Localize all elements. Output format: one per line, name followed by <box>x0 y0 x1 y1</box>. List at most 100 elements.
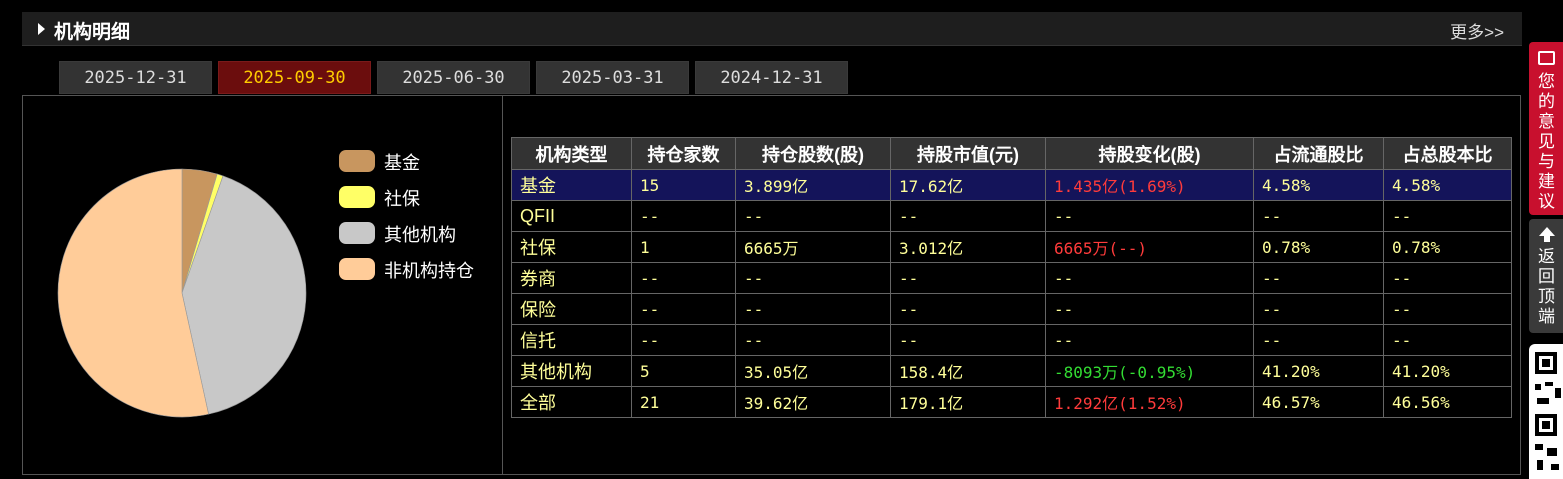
tab-2025-12-31[interactable]: 2025-12-31 <box>59 61 212 94</box>
section-header: 机构明细 更多>> <box>22 12 1522 46</box>
cell-shares: -- <box>735 293 891 325</box>
cell-market-value: 179.1亿 <box>890 386 1046 418</box>
table-header-row: 机构类型 持仓家数 持仓股数(股) 持股市值(元) 持股变化(股) 占流通股比 … <box>511 137 1512 170</box>
legend-label: 社保 <box>384 189 420 209</box>
table-row: 信托 -- -- -- -- -- -- <box>511 324 1512 356</box>
tab-2025-03-31[interactable]: 2025-03-31 <box>536 61 689 94</box>
col-header-float-ratio: 占流通股比 <box>1253 137 1384 170</box>
col-header-shares: 持仓股数(股) <box>735 137 891 170</box>
cell-total-ratio: -- <box>1383 262 1512 294</box>
tab-2025-09-30[interactable]: 2025-09-30 <box>218 61 371 94</box>
back-to-top-button[interactable]: 返回顶端 <box>1529 219 1563 333</box>
legend-label: 基金 <box>384 153 420 173</box>
cell-shares: -- <box>735 324 891 356</box>
table-row: 全部 21 39.62亿 179.1亿 1.292亿(1.52%) 46.57% 46.56… <box>511 386 1512 418</box>
cell-float-ratio: 0.78% <box>1253 231 1384 263</box>
feedback-button[interactable]: 您的意见与建议 <box>1529 42 1563 215</box>
cell-total-ratio: 46.56% <box>1383 386 1512 418</box>
table-body: 基金 15 3.899亿 17.62亿 1.435亿(1.69%) 4.58% 4.58% Q… <box>511 169 1512 418</box>
legend-swatch-social-security <box>339 186 375 208</box>
cell-float-ratio: 46.57% <box>1253 386 1384 418</box>
col-header-type: 机构类型 <box>511 137 632 170</box>
arrow-up-stem <box>1544 236 1550 242</box>
chat-icon <box>1538 51 1555 65</box>
cell-float-ratio: 41.20% <box>1253 355 1384 387</box>
cell-total-ratio: 4.58% <box>1383 169 1512 201</box>
cell-market-value: -- <box>890 293 1046 325</box>
legend-swatch-fund <box>339 150 375 172</box>
cell-change: -- <box>1045 262 1254 294</box>
table-row: 券商 -- -- -- -- -- -- <box>511 262 1512 294</box>
col-header-total-ratio: 占总股本比 <box>1383 137 1512 170</box>
back-to-top-label: 返回顶端 <box>1538 247 1555 326</box>
arrow-up-icon <box>1539 227 1555 236</box>
section-title: 机构明细 <box>54 22 131 43</box>
cell-total-ratio: -- <box>1383 200 1512 232</box>
cell-total-ratio: 41.20% <box>1383 355 1512 387</box>
cell-type: 基金 <box>511 169 632 201</box>
cell-total-ratio: -- <box>1383 324 1512 356</box>
legend-label: 非机构持仓 <box>384 261 474 281</box>
cell-change: 6665万(--) <box>1045 231 1254 263</box>
cell-shares: -- <box>735 262 891 294</box>
col-header-market-value: 持股市值(元) <box>890 137 1046 170</box>
cell-market-value: 158.4亿 <box>890 355 1046 387</box>
table-row: QFII -- -- -- -- -- -- <box>511 200 1512 232</box>
tab-2024-12-31[interactable]: 2024-12-31 <box>695 61 848 94</box>
table-row: 保险 -- -- -- -- -- -- <box>511 293 1512 325</box>
more-link[interactable]: 更多>> <box>1450 18 1504 43</box>
cell-count: -- <box>631 293 736 325</box>
cell-float-ratio: -- <box>1253 324 1384 356</box>
pie-svg <box>57 168 307 418</box>
triangle-right-icon <box>38 23 45 35</box>
cell-shares: 3.899亿 <box>735 169 891 201</box>
cell-type: 保险 <box>511 293 632 325</box>
cell-float-ratio: 4.58% <box>1253 169 1384 201</box>
cell-shares: 35.05亿 <box>735 355 891 387</box>
table-row: 社保 1 6665万 3.012亿 6665万(--) 0.78% 0.78% <box>511 231 1512 263</box>
cell-shares: -- <box>735 200 891 232</box>
cell-type: 全部 <box>511 386 632 418</box>
cell-change: -- <box>1045 324 1254 356</box>
legend-label: 其他机构 <box>384 225 456 245</box>
cell-market-value: 17.62亿 <box>890 169 1046 201</box>
cell-total-ratio: -- <box>1383 293 1512 325</box>
cell-change: 1.292亿(1.52%) <box>1045 386 1254 418</box>
cell-type: 券商 <box>511 262 632 294</box>
col-header-count: 持仓家数 <box>631 137 736 170</box>
cell-market-value: -- <box>890 262 1046 294</box>
cell-type: 社保 <box>511 231 632 263</box>
cell-market-value: -- <box>890 200 1046 232</box>
cell-type: 其他机构 <box>511 355 632 387</box>
cell-count: 1 <box>631 231 736 263</box>
cell-count: 15 <box>631 169 736 201</box>
institution-table: 机构类型 持仓家数 持仓股数(股) 持股市值(元) 持股变化(股) 占流通股比 … <box>511 137 1512 418</box>
cell-market-value: 3.012亿 <box>890 231 1046 263</box>
cell-change: 1.435亿(1.69%) <box>1045 169 1254 201</box>
panel-divider <box>502 96 503 474</box>
legend-swatch-other-institutions <box>339 222 375 244</box>
cell-count: -- <box>631 324 736 356</box>
col-header-change: 持股变化(股) <box>1045 137 1254 170</box>
cell-float-ratio: -- <box>1253 262 1384 294</box>
cell-count: -- <box>631 262 736 294</box>
cell-count: -- <box>631 200 736 232</box>
cell-count: 21 <box>631 386 736 418</box>
cell-total-ratio: 0.78% <box>1383 231 1512 263</box>
cell-float-ratio: -- <box>1253 293 1384 325</box>
cell-shares: 6665万 <box>735 231 891 263</box>
cell-float-ratio: -- <box>1253 200 1384 232</box>
cell-shares: 39.62亿 <box>735 386 891 418</box>
cell-market-value: -- <box>890 324 1046 356</box>
holding-pie-chart <box>53 164 311 422</box>
cell-count: 5 <box>631 355 736 387</box>
qr-code-icon <box>1529 344 1563 479</box>
table-row: 其他机构 5 35.05亿 158.4亿 -8093万(-0.95%) 41.20% 41.… <box>511 355 1512 387</box>
tab-2025-06-30[interactable]: 2025-06-30 <box>377 61 530 94</box>
table-row: 基金 15 3.899亿 17.62亿 1.435亿(1.69%) 4.58% 4.58% <box>511 169 1512 201</box>
legend-swatch-non-institutional <box>339 258 375 280</box>
cell-change: -8093万(-0.95%) <box>1045 355 1254 387</box>
feedback-label: 您的意见与建议 <box>1538 72 1555 211</box>
cell-change: -- <box>1045 200 1254 232</box>
cell-type: QFII <box>511 200 632 232</box>
